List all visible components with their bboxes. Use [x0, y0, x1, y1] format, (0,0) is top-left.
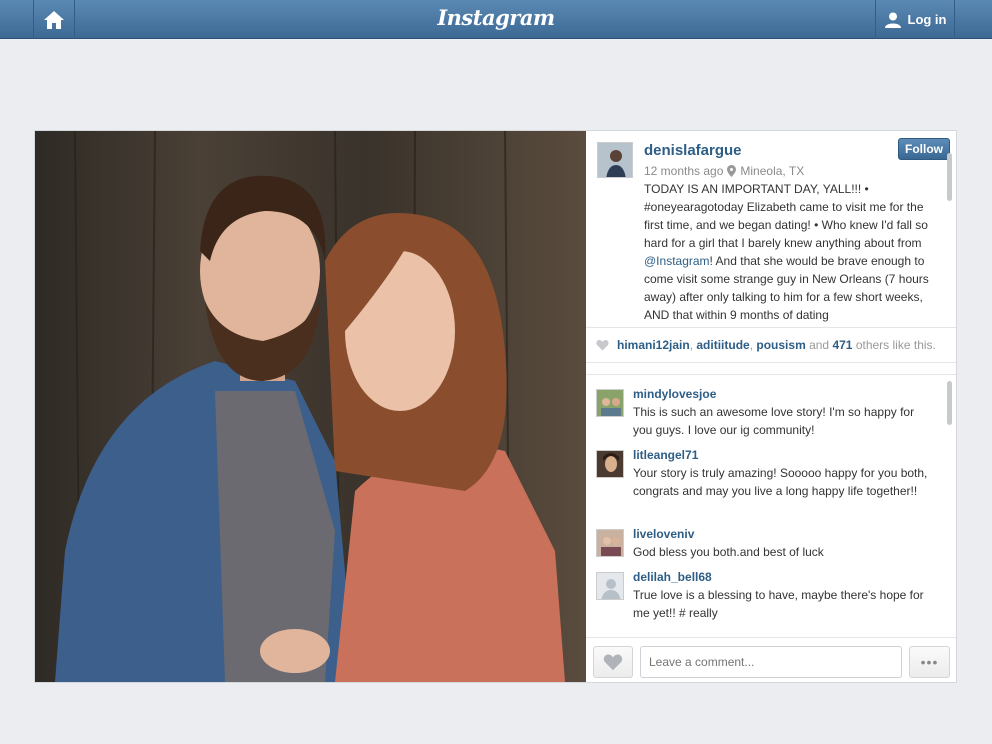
- commenter-avatar-image: [597, 390, 623, 416]
- post-meta: 12 months ago Mineola, TX: [644, 164, 804, 178]
- comment-input[interactable]: [640, 646, 902, 678]
- comment-composer: •••: [586, 637, 956, 682]
- caption-scrollbar[interactable]: [947, 153, 952, 201]
- post-card: denislafargue Follow 12 months ago Mineo…: [34, 130, 957, 683]
- couple-photo-image: [35, 131, 586, 682]
- comment-avatar[interactable]: [596, 389, 624, 417]
- post-location[interactable]: Mineola, TX: [740, 164, 804, 178]
- comment-text: True love is a blessing to have, maybe t…: [633, 588, 924, 620]
- likes-comma-2: ,: [749, 338, 757, 352]
- like-user-1[interactable]: himani12jain: [617, 338, 690, 352]
- post-time: 12 months ago: [644, 164, 724, 178]
- login-button[interactable]: Log in: [875, 0, 955, 39]
- post-sidebar: denislafargue Follow 12 months ago Mineo…: [586, 131, 956, 682]
- comments-list: mindylovesjoe This is such an awesome lo…: [586, 374, 956, 637]
- user-icon: [884, 12, 901, 28]
- likes-row: himani12jain, aditiitude, pousism and 47…: [586, 327, 956, 363]
- login-label: Log in: [907, 12, 947, 27]
- likes-comma-1: ,: [689, 338, 697, 352]
- comment-text: Your story is truly amazing! Sooooo happ…: [633, 466, 928, 498]
- avatar-image: [598, 143, 632, 177]
- like-user-3[interactable]: pousism: [756, 338, 805, 352]
- comments-scrollbar[interactable]: [947, 381, 952, 425]
- post-caption: TODAY IS AN IMPORTANT DAY, YALL!!! • #on…: [644, 180, 944, 325]
- post-photo[interactable]: [35, 131, 586, 682]
- default-avatar-image: [597, 573, 623, 599]
- comment-username[interactable]: mindylovesjoe: [633, 387, 716, 401]
- comment-avatar[interactable]: [596, 450, 624, 478]
- likes-suffix: others like this.: [855, 338, 936, 352]
- instagram-logo: Instagram: [437, 5, 555, 30]
- author-username[interactable]: denislafargue: [644, 142, 742, 159]
- heart-icon: [603, 654, 623, 671]
- commenter-avatar-image: [597, 451, 623, 477]
- caption-text-part1: TODAY IS AN IMPORTANT DAY, YALL!!! • #on…: [644, 182, 928, 250]
- like-button[interactable]: [593, 646, 633, 678]
- commenter-avatar-image: [597, 530, 623, 556]
- author-avatar[interactable]: [597, 142, 633, 178]
- top-nav-bar: Instagram Log in: [0, 0, 992, 39]
- location-pin-icon: [727, 165, 737, 177]
- heart-icon: [596, 339, 609, 351]
- likes-and: and: [809, 338, 830, 352]
- follow-button[interactable]: Follow: [898, 138, 950, 160]
- likes-count[interactable]: 471: [832, 338, 852, 352]
- comment-text: This is such an awesome love story! I'm …: [633, 405, 915, 437]
- like-user-2[interactable]: aditiitude: [696, 338, 749, 352]
- comment-username[interactable]: liveloveniv: [633, 527, 694, 541]
- comment-text: God bless you both.and best of luck: [633, 545, 824, 559]
- more-options-button[interactable]: •••: [909, 646, 950, 678]
- comment-username[interactable]: litleangel71: [633, 448, 698, 462]
- comment-avatar[interactable]: [596, 529, 624, 557]
- comment-avatar[interactable]: [596, 572, 624, 600]
- comment-username[interactable]: delilah_bell68: [633, 570, 712, 584]
- caption-mention-link[interactable]: @Instagram: [644, 254, 710, 268]
